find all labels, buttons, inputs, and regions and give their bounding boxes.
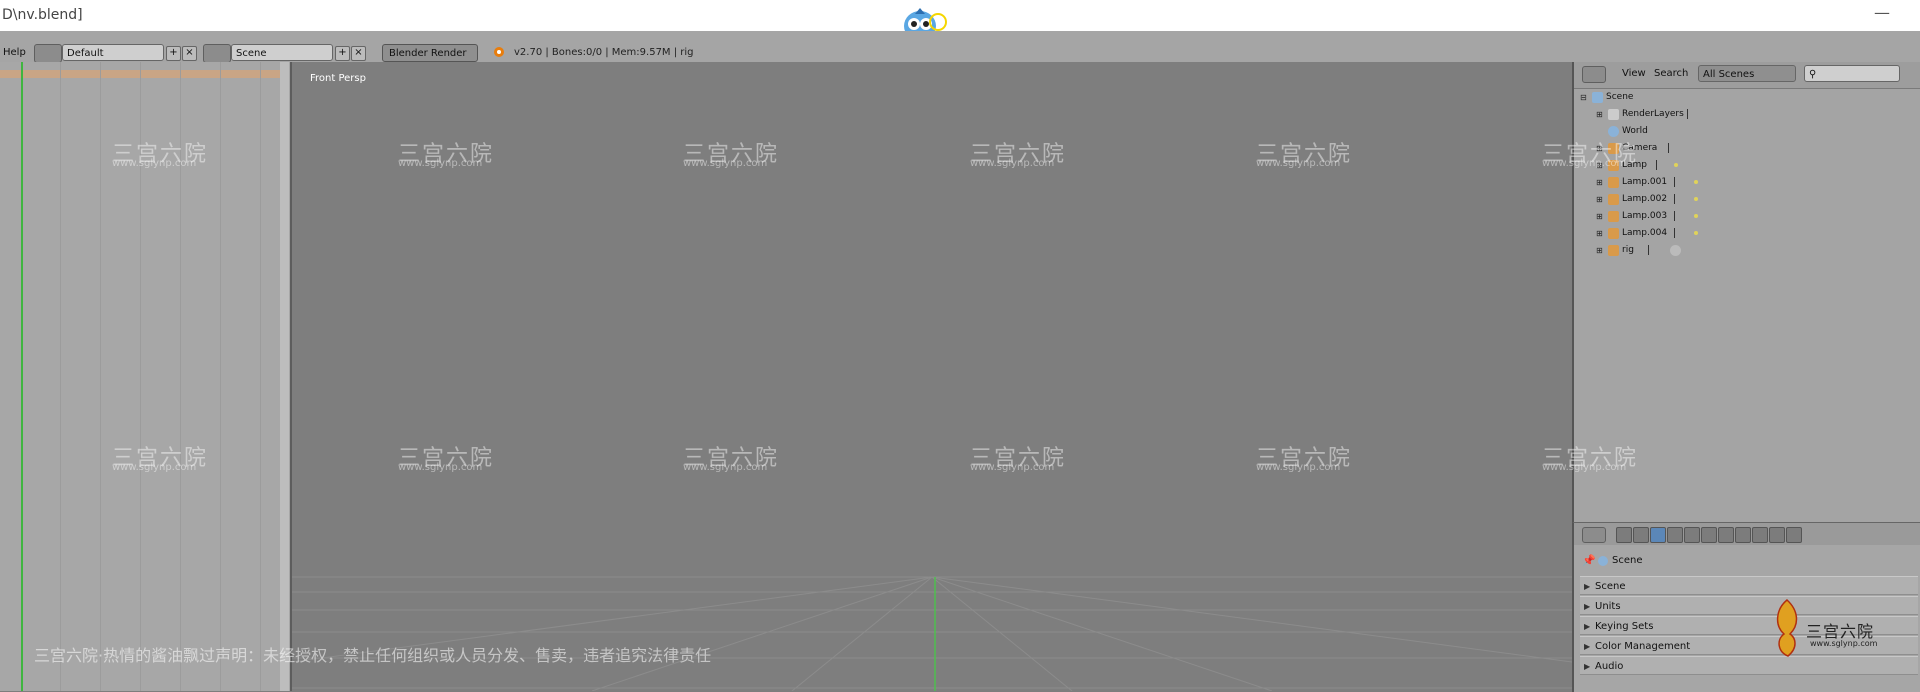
expand-triangle-icon: ▶: [1584, 622, 1591, 631]
add-layout-icon[interactable]: +: [166, 46, 181, 61]
object-tab-icon[interactable]: [1684, 527, 1700, 543]
lamp-icon: [1608, 194, 1619, 205]
watermark-url: www.sglynp.com: [683, 158, 768, 169]
scene-context-icon: [1598, 556, 1608, 566]
watermark-url: www.sglynp.com: [1256, 158, 1341, 169]
scene-icon: [1592, 92, 1603, 103]
data-tab-icon[interactable]: [1735, 527, 1751, 543]
menu-help[interactable]: Help: [3, 47, 26, 58]
watermark-url: www.sglynp.com: [970, 462, 1055, 473]
armature-icon: [1608, 245, 1619, 256]
panel-scene[interactable]: ▶ Scene: [1580, 576, 1918, 595]
watermark-url: www.sglynp.com: [112, 158, 197, 169]
scene-tab-icon[interactable]: [1650, 527, 1666, 543]
add-scene-icon[interactable]: +: [335, 46, 350, 61]
outliner-search-input[interactable]: ⚲: [1804, 65, 1900, 82]
pin-icon[interactable]: 📌: [1582, 554, 1596, 567]
outliner-search-menu[interactable]: Search: [1654, 68, 1688, 79]
watermark-notice: 三宫六院·热情的酱油飘过声明：未经授权，禁止任何组织或人员分发、售卖，违者追究法…: [34, 646, 712, 665]
minimize-button[interactable]: —: [1874, 3, 1890, 22]
scene-menu-icon[interactable]: [203, 44, 231, 63]
expand-triangle-icon: ▶: [1584, 662, 1591, 671]
watermark-url: www.sglynp.com: [398, 462, 483, 473]
watermark-url: www.sglynp.com: [683, 462, 768, 473]
phoenix-logo-icon: [1776, 599, 1798, 657]
material-tab-icon[interactable]: [1769, 527, 1785, 543]
outliner-view-menu[interactable]: View: [1622, 68, 1646, 79]
properties-context-label: Scene: [1612, 555, 1643, 566]
screen-layout-menu-icon[interactable]: [34, 44, 62, 63]
info-header: Help Default + × Scene + × Blender Rende…: [0, 31, 1920, 63]
lamp-icon: [1608, 228, 1619, 239]
editor-type-icon[interactable]: [1582, 66, 1606, 83]
grid-line: [100, 62, 101, 691]
lamp-icon: [1608, 211, 1619, 222]
screen-layout-field[interactable]: Default: [62, 44, 164, 61]
blender-logo-icon: [494, 47, 504, 57]
lamp-icon: [1608, 177, 1619, 188]
outliner-row-lamp-003[interactable]: ⊞ Lamp.003: [1574, 208, 1920, 225]
renderlayers-icon: [1608, 109, 1619, 120]
delete-scene-icon[interactable]: ×: [351, 46, 366, 61]
constraints-tab-icon[interactable]: [1701, 527, 1717, 543]
outliner-row-rig[interactable]: ⊞ rig: [1574, 242, 1920, 259]
expand-triangle-icon: ▶: [1584, 602, 1591, 611]
properties-tab-bar: [1574, 523, 1920, 545]
world-tab-icon[interactable]: [1667, 527, 1683, 543]
scene-field[interactable]: Scene: [231, 44, 333, 61]
outliner-display-filter[interactable]: All Scenes: [1698, 65, 1796, 82]
outliner-row-renderlayers[interactable]: ⊞ RenderLayers: [1574, 106, 1920, 123]
watermark-url: www.sglynp.com: [1256, 462, 1341, 473]
window-title: D\nv.blend]: [2, 7, 83, 23]
delete-layout-icon[interactable]: ×: [182, 46, 197, 61]
watermark-url: www.sglynp.com: [1542, 158, 1627, 169]
grid-line: [220, 62, 221, 691]
watermark-url: www.sglynp.com: [1542, 462, 1627, 473]
outliner-row-lamp-001[interactable]: ⊞ Lamp.001: [1574, 174, 1920, 191]
grid-line: [260, 62, 261, 691]
scene-statistics: v2.70 | Bones:0/0 | Mem:9.57M | rig: [514, 47, 694, 58]
render-tab-icon[interactable]: [1616, 527, 1632, 543]
watermark-url: www.sglynp.com: [970, 158, 1055, 169]
outliner-header: View Search All Scenes ⚲: [1574, 62, 1920, 89]
physics-tab-icon[interactable]: [1786, 527, 1802, 543]
outliner-row-scene[interactable]: ⊟ Scene: [1574, 89, 1920, 106]
corner-brand-logo: 三宫六院 www.sglynp.com: [1770, 596, 1890, 666]
current-frame-indicator[interactable]: [21, 62, 23, 691]
render-engine-dropdown[interactable]: Blender Render: [382, 44, 478, 62]
window-title-bar: D\nv.blend] —: [0, 0, 1920, 41]
corner-brand-url: www.sglynp.com: [1810, 639, 1878, 648]
watermark-url: www.sglynp.com: [398, 158, 483, 169]
timeline-scrollbar[interactable]: [280, 62, 289, 691]
modifiers-tab-icon[interactable]: [1718, 527, 1734, 543]
outliner-row-lamp-002[interactable]: ⊞ Lamp.002: [1574, 191, 1920, 208]
render-layers-tab-icon[interactable]: [1633, 527, 1649, 543]
pose-icon[interactable]: [1670, 245, 1681, 256]
grid-line: [60, 62, 61, 691]
expand-triangle-icon: ▶: [1584, 642, 1591, 651]
viewport-view-label: Front Persp: [310, 73, 366, 84]
outliner-row-lamp-004[interactable]: ⊞ Lamp.004: [1574, 225, 1920, 242]
editor-type-icon[interactable]: [1582, 527, 1606, 543]
bone-tab-icon[interactable]: [1752, 527, 1768, 543]
watermark-url: www.sglynp.com: [112, 462, 197, 473]
expand-triangle-icon: ▶: [1584, 582, 1591, 591]
